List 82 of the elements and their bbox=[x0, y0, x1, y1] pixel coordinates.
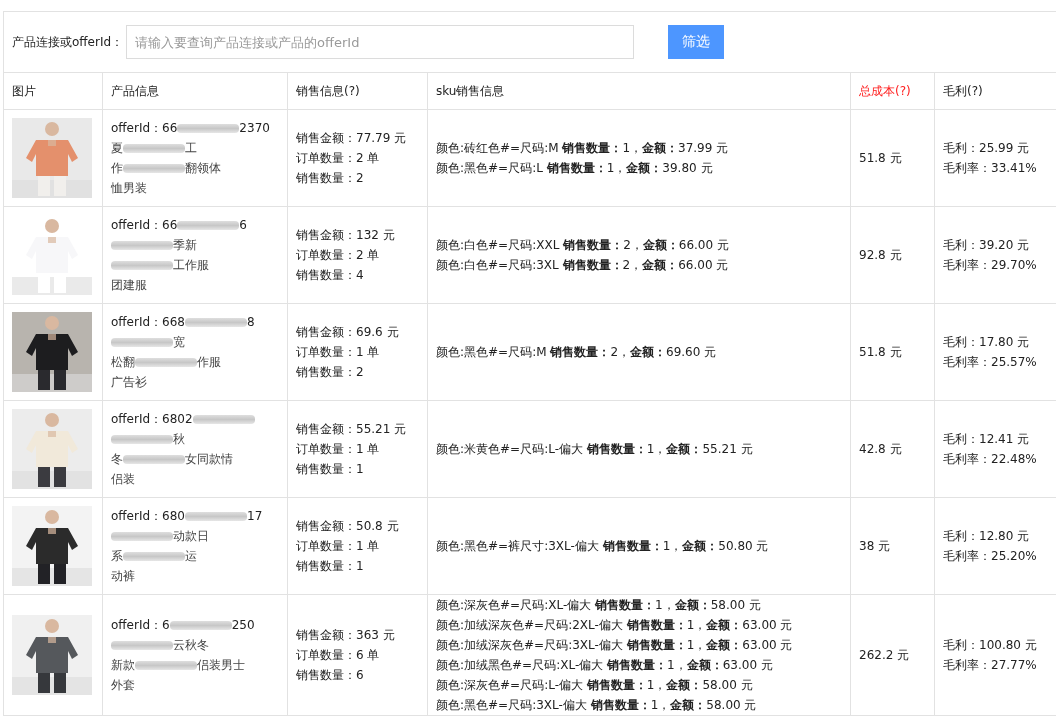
product-title: 季新 bbox=[111, 235, 279, 255]
sku-text: 颜色:加绒深灰色#=尺码:3XL-偏大 销售数量：1，金额：63.00 元 bbox=[436, 637, 794, 654]
cost-text: 42.8 元 bbox=[859, 441, 902, 456]
product-title: 系 运 bbox=[111, 548, 198, 565]
offer-id: offerId：66 6 bbox=[111, 217, 248, 234]
sales-text: 销售金额：363 元 bbox=[296, 627, 396, 644]
search-field[interactable]: 请输入要查询产品连接或产品的offerId bbox=[126, 25, 635, 59]
profit-text: 毛利：39.20 元 bbox=[943, 237, 1031, 254]
sales-text: 销售数量：1 bbox=[296, 558, 365, 575]
sales-text: 销售金额：77.79 元 bbox=[296, 130, 408, 147]
sales-text: 订单数量：6 单 bbox=[296, 647, 381, 664]
column-header: 毛利(?) bbox=[934, 72, 1056, 110]
sku-text: 颜色:加绒深灰色#=尺码:2XL-偏大 销售数量：1，金额：63.00 元 bbox=[436, 617, 794, 634]
sales-text: 销售数量：4 bbox=[296, 267, 365, 284]
product-title: 广告衫 bbox=[111, 374, 148, 391]
product-title: 夏 工 bbox=[111, 140, 198, 157]
product-title: 团建服 bbox=[111, 277, 148, 294]
cost-text: 38 元 bbox=[859, 538, 891, 553]
profit-text: 毛利率：33.41% bbox=[943, 160, 1038, 177]
product-title: 秋 bbox=[111, 429, 279, 449]
product-title: 动款日 bbox=[111, 526, 279, 546]
column-header: 销售信息(?) bbox=[287, 72, 428, 110]
column-header: 图片 bbox=[3, 72, 103, 110]
offer-id: offerId：6802 bbox=[111, 409, 279, 429]
sku-text: 颜色:深灰色#=尺码:XL-偏大 销售数量：1，金额：58.00 元 bbox=[436, 597, 762, 614]
sales-text: 销售金额：50.8 元 bbox=[296, 518, 400, 535]
product-title: 冬 女同款情 bbox=[111, 451, 234, 468]
sales-text: 销售数量：1 bbox=[296, 461, 365, 478]
sales-text: 订单数量：1 单 bbox=[296, 538, 381, 555]
sku-text: 颜色:黑色#=裤尺寸:3XL-偏大 销售数量：1，金额：50.80 元 bbox=[436, 538, 770, 555]
filter-label: 产品连接或offerId： bbox=[12, 33, 124, 51]
profit-text: 毛利：100.80 元 bbox=[943, 637, 1038, 654]
sku-text: 颜色:加绒黑色#=尺码:XL-偏大 销售数量：1，金额：63.00 元 bbox=[436, 657, 774, 674]
offer-id: offerId：668 8 bbox=[111, 314, 256, 331]
product-title: 松翻 作服 bbox=[111, 354, 222, 371]
sales-text: 订单数量：1 单 bbox=[296, 441, 381, 458]
profit-text: 毛利：12.41 元 bbox=[943, 431, 1031, 448]
column-header: 总成本(?) bbox=[850, 72, 935, 110]
product-title: 外套 bbox=[111, 677, 136, 694]
product-title: 恤男装 bbox=[111, 180, 148, 197]
cost-text: 51.8 元 bbox=[859, 344, 902, 359]
sales-text: 订单数量：2 单 bbox=[296, 150, 381, 167]
product-title: 侣装 bbox=[111, 471, 136, 488]
filter-button[interactable]: 筛选 bbox=[668, 25, 725, 59]
offer-id: offerId：6 250 bbox=[111, 617, 256, 634]
product-title: 云秋冬 bbox=[111, 635, 279, 655]
product-title: 新款 侣装男士 bbox=[111, 657, 246, 674]
profit-text: 毛利：25.99 元 bbox=[943, 140, 1031, 157]
cost-text: 92.8 元 bbox=[859, 247, 902, 262]
sku-text: 颜色:深灰色#=尺码:L-偏大 销售数量：1，金额：58.00 元 bbox=[436, 677, 754, 694]
sku-text: 颜色:米黄色#=尺码:L-偏大 销售数量：1，金额：55.21 元 bbox=[436, 441, 754, 458]
sku-text: 颜色:白色#=尺码:3XL 销售数量：2，金额：66.00 元 bbox=[436, 257, 730, 274]
offer-id: offerId：680 17 bbox=[111, 508, 264, 525]
sales-text: 销售金额：55.21 元 bbox=[296, 421, 408, 438]
offer-id: offerId：66 2370 bbox=[111, 120, 271, 137]
sales-text: 订单数量：1 单 bbox=[296, 344, 381, 361]
sales-text: 销售数量：6 bbox=[296, 667, 365, 684]
profit-text: 毛利：12.80 元 bbox=[943, 528, 1031, 545]
profit-text: 毛利率：25.20% bbox=[943, 548, 1038, 565]
product-title: 动裤 bbox=[111, 568, 136, 585]
profit-text: 毛利率：29.70% bbox=[943, 257, 1038, 274]
cost-text: 262.2 元 bbox=[859, 647, 910, 662]
column-header: 产品信息 bbox=[102, 72, 288, 110]
product-title: 工作服 bbox=[111, 255, 279, 275]
sales-text: 订单数量：2 单 bbox=[296, 247, 381, 264]
sales-text: 销售数量：2 bbox=[296, 364, 365, 381]
profit-text: 毛利率：27.77% bbox=[943, 657, 1038, 674]
column-header: sku销售信息 bbox=[427, 72, 851, 110]
sku-text: 颜色:白色#=尺码:XXL 销售数量：2，金额：66.00 元 bbox=[436, 237, 730, 254]
sales-text: 销售金额：69.6 元 bbox=[296, 324, 400, 341]
sku-text: 颜色:砖红色#=尺码:M 销售数量：1，金额：37.99 元 bbox=[436, 140, 730, 157]
sales-text: 销售数量：2 bbox=[296, 170, 365, 187]
sku-text: 颜色:黑色#=尺码:M 销售数量：2，金额：69.60 元 bbox=[436, 344, 718, 361]
product-title: 宽 bbox=[111, 332, 279, 352]
product-title: 作 翻领体 bbox=[111, 160, 222, 177]
profit-text: 毛利率：22.48% bbox=[943, 451, 1038, 468]
profit-text: 毛利：17.80 元 bbox=[943, 334, 1031, 351]
cost-text: 51.8 元 bbox=[859, 150, 902, 165]
sku-text: 颜色:黑色#=尺码:3XL-偏大 销售数量：1，金额：58.00 元 bbox=[436, 697, 758, 714]
sku-text: 颜色:黑色#=尺码:L 销售数量：1，金额：39.80 元 bbox=[436, 160, 714, 177]
profit-text: 毛利率：25.57% bbox=[943, 354, 1038, 371]
sales-text: 销售金额：132 元 bbox=[296, 227, 396, 244]
